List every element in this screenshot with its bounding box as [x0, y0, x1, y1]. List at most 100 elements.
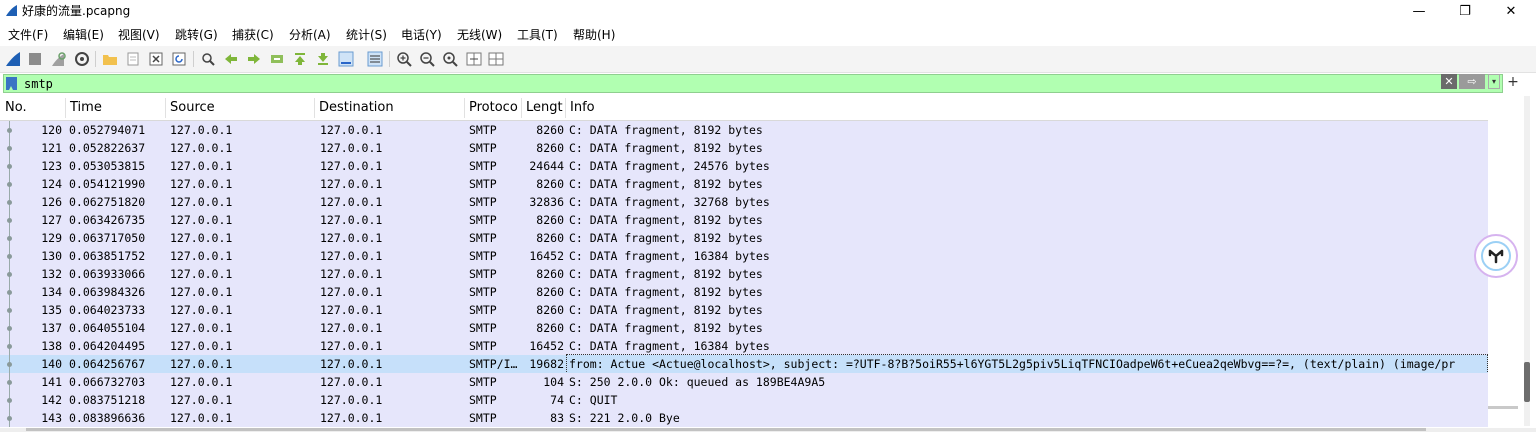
menu-analyze[interactable]: 分析(A): [289, 27, 331, 43]
related-packet-dot: [7, 200, 12, 205]
menu-file[interactable]: 文件(F): [8, 27, 48, 43]
column-divider[interactable]: [565, 98, 566, 118]
menu-edit[interactable]: 编辑(E): [63, 27, 104, 43]
zoom-in-icon[interactable]: [396, 51, 412, 67]
column-header-no[interactable]: No.: [5, 100, 27, 116]
go-first-icon[interactable]: [292, 51, 308, 67]
table-row[interactable]: 134 0.063984326 127.0.0.1 127.0.0.1 SMTP 8260…: [0, 283, 1488, 301]
zoom-reset-icon[interactable]: [442, 51, 458, 67]
colorize-icon[interactable]: [367, 51, 383, 67]
cell-info: from: Actue <Actue@localhost>, subject: …: [566, 354, 1488, 374]
stop-capture-icon[interactable]: [27, 51, 43, 67]
menu-bar: 文件(F) 编辑(E) 视图(V) 跳转(G) 捕获(C) 分析(A) 统计(S…: [0, 24, 1536, 46]
zoom-out-icon[interactable]: [419, 51, 435, 67]
menu-tools[interactable]: 工具(T): [517, 27, 558, 43]
go-to-packet-icon[interactable]: [269, 51, 285, 67]
column-header-time[interactable]: Time: [70, 100, 102, 116]
minimize-button[interactable]: —: [1396, 0, 1442, 24]
autoscroll-icon[interactable]: [338, 51, 354, 67]
horizontal-scrollbar-thumb[interactable]: [26, 428, 1426, 431]
table-row[interactable]: 127 0.063426735 127.0.0.1 127.0.0.1 SMTP 8260…: [0, 211, 1488, 229]
column-divider[interactable]: [165, 98, 166, 118]
column-header-source[interactable]: Source: [170, 100, 215, 116]
cell-destination: 127.0.0.1: [320, 231, 383, 245]
cell-destination: 127.0.0.1: [320, 321, 383, 335]
cell-destination: 127.0.0.1: [320, 375, 383, 389]
cell-protocol: SMTP: [469, 339, 497, 353]
cell-protocol: SMTP/I…: [469, 357, 518, 371]
column-header-length[interactable]: Lengt: [526, 100, 563, 116]
table-row[interactable]: 124 0.054121990 127.0.0.1 127.0.0.1 SMTP 8260…: [0, 175, 1488, 193]
menu-help[interactable]: 帮助(H): [573, 27, 615, 43]
filter-bookmark-icon[interactable]: [6, 77, 17, 90]
cell-length: 19682: [529, 357, 564, 371]
table-row[interactable]: 143 0.083896636 127.0.0.1 127.0.0.1 SMTP 83 S:…: [0, 409, 1488, 427]
menu-view[interactable]: 视图(V): [118, 27, 160, 43]
display-filter-input[interactable]: smtp: [3, 74, 1503, 93]
table-row[interactable]: 137 0.064055104 127.0.0.1 127.0.0.1 SMTP 8260…: [0, 319, 1488, 337]
vertical-scrollbar-thumb[interactable]: [1524, 362, 1530, 402]
table-row[interactable]: 138 0.064204495 127.0.0.1 127.0.0.1 SMTP 1645…: [0, 337, 1488, 355]
packet-rows: 120 0.052794071 127.0.0.1 127.0.0.1 SMTP 8260…: [0, 121, 1488, 427]
cell-source: 127.0.0.1: [170, 159, 233, 173]
capture-options-icon[interactable]: [74, 51, 90, 67]
table-row[interactable]: 120 0.052794071 127.0.0.1 127.0.0.1 SMTP 8260…: [0, 121, 1488, 139]
restore-button[interactable]: ❐: [1442, 0, 1488, 24]
cell-info: C: DATA fragment, 16384 bytes: [569, 249, 770, 263]
table-row[interactable]: 142 0.083751218 127.0.0.1 127.0.0.1 SMTP 74 C:…: [0, 391, 1488, 409]
cell-time: 0.064256767: [69, 357, 146, 371]
restart-capture-icon[interactable]: [50, 51, 66, 67]
apply-filter-button[interactable]: ⇨: [1459, 74, 1485, 89]
table-row[interactable]: 123 0.053053815 127.0.0.1 127.0.0.1 SMTP 2464…: [0, 157, 1488, 175]
table-row[interactable]: 141 0.066732703 127.0.0.1 127.0.0.1 SMTP 104 S…: [0, 373, 1488, 391]
layout-icon[interactable]: [488, 51, 504, 67]
cell-info: C: DATA fragment, 8192 bytes: [569, 285, 763, 299]
save-file-icon[interactable]: [125, 51, 141, 67]
column-divider[interactable]: [521, 98, 522, 118]
column-divider[interactable]: [464, 98, 465, 118]
cell-length: 8260: [536, 321, 564, 335]
go-last-icon[interactable]: [315, 51, 331, 67]
packet-list-header: No. Time Source Destination Protoco Leng…: [0, 96, 1488, 121]
table-row[interactable]: 135 0.064023733 127.0.0.1 127.0.0.1 SMTP 8260…: [0, 301, 1488, 319]
menu-capture[interactable]: 捕获(C): [232, 27, 274, 43]
go-back-icon[interactable]: [223, 51, 239, 67]
menu-go[interactable]: 跳转(G): [175, 27, 218, 43]
cell-source: 127.0.0.1: [170, 177, 233, 191]
column-header-destination[interactable]: Destination: [319, 100, 394, 116]
menu-wireless[interactable]: 无线(W): [457, 27, 502, 43]
table-row[interactable]: 132 0.063933066 127.0.0.1 127.0.0.1 SMTP 8260…: [0, 265, 1488, 283]
clear-filter-button[interactable]: ✕: [1441, 74, 1457, 89]
close-file-icon[interactable]: [148, 51, 164, 67]
table-row[interactable]: 126 0.062751820 127.0.0.1 127.0.0.1 SMTP 3283…: [0, 193, 1488, 211]
menu-statistics[interactable]: 统计(S): [346, 27, 387, 43]
resize-columns-icon[interactable]: [466, 51, 482, 67]
column-divider[interactable]: [314, 98, 315, 118]
cell-time: 0.063984326: [69, 285, 146, 299]
cell-protocol: SMTP: [469, 159, 497, 173]
table-row[interactable]: 130 0.063851752 127.0.0.1 127.0.0.1 SMTP 1645…: [0, 247, 1488, 265]
find-packet-icon[interactable]: [200, 51, 216, 67]
menu-telephony[interactable]: 电话(Y): [401, 27, 442, 43]
cell-source: 127.0.0.1: [170, 303, 233, 317]
related-packet-dot: [7, 254, 12, 259]
reload-file-icon[interactable]: [171, 51, 187, 67]
column-divider[interactable]: [65, 98, 66, 118]
display-filter-text[interactable]: smtp: [24, 77, 53, 91]
table-row-selected[interactable]: 140 0.064256767 127.0.0.1 127.0.0.1 SMTP/I… 1…: [0, 354, 1488, 374]
go-forward-icon[interactable]: [246, 51, 262, 67]
column-header-info[interactable]: Info: [570, 100, 595, 116]
close-window-button[interactable]: ✕: [1488, 0, 1534, 24]
related-packet-dot: [7, 344, 12, 349]
open-file-icon[interactable]: [102, 51, 118, 67]
column-header-protocol[interactable]: Protoco: [469, 100, 518, 116]
floating-assistant-button[interactable]: [1474, 234, 1518, 278]
table-row[interactable]: 121 0.052822637 127.0.0.1 127.0.0.1 SMTP 8260…: [0, 139, 1488, 157]
cell-time: 0.064204495: [69, 339, 146, 353]
cell-destination: 127.0.0.1: [320, 267, 383, 281]
add-filter-button[interactable]: +: [1506, 75, 1520, 89]
start-capture-icon[interactable]: [5, 51, 21, 67]
filter-history-dropdown[interactable]: ▾: [1488, 74, 1500, 89]
table-row[interactable]: 129 0.063717050 127.0.0.1 127.0.0.1 SMTP 8260…: [0, 229, 1488, 247]
main-toolbar: [0, 46, 1536, 73]
